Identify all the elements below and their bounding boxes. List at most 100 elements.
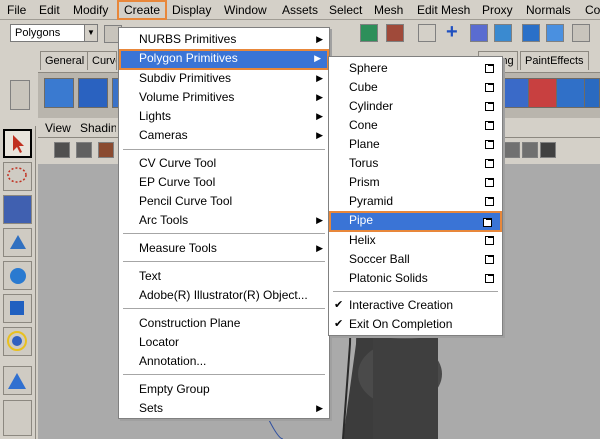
paint-select-icon[interactable]: [3, 195, 32, 224]
poly-bevel-icon[interactable]: [584, 78, 600, 108]
submenu-item-cone[interactable]: Cone: [329, 116, 502, 135]
grid-icon[interactable]: [418, 24, 436, 42]
submenu-item-plane[interactable]: Plane: [329, 135, 502, 154]
menu-file[interactable]: File: [2, 0, 31, 20]
rotate-tool-icon[interactable]: [3, 261, 32, 290]
option-box-icon[interactable]: [485, 83, 494, 92]
menu-separator: [123, 149, 325, 150]
option-box-icon[interactable]: [485, 197, 494, 206]
lasso-tool-icon[interactable]: [3, 162, 32, 191]
menu-assets[interactable]: Assets: [277, 0, 323, 20]
menu-item-volume-primitives[interactable]: Volume Primitives ▶: [119, 88, 329, 107]
menu-item-arc-tools[interactable]: Arc Tools ▶: [119, 211, 329, 230]
shelf-menu-icon[interactable]: [10, 80, 30, 110]
submenu-item-interactive-creation[interactable]: ✔ Interactive Creation: [329, 296, 502, 315]
option-box-icon[interactable]: [485, 236, 494, 245]
plane-icon[interactable]: [522, 24, 540, 42]
option-box-icon[interactable]: [485, 140, 494, 149]
menu-normals[interactable]: Normals: [521, 0, 576, 20]
viewport-menu-view[interactable]: View: [45, 121, 71, 135]
submenu-item-platonic-solids[interactable]: Platonic Solids: [329, 269, 502, 288]
option-box-icon[interactable]: [485, 102, 494, 111]
option-box-icon[interactable]: [485, 274, 494, 283]
poly-edit-icon[interactable]: [528, 78, 558, 108]
menu-item-adobe-illustrator-object[interactable]: Adobe(R) Illustrator(R) Object...: [119, 286, 329, 305]
menu-item-locator[interactable]: Locator: [119, 333, 329, 352]
menu-edit-mesh[interactable]: Edit Mesh: [412, 0, 475, 20]
option-box-icon[interactable]: [485, 121, 494, 130]
bookmark-icon[interactable]: [98, 142, 114, 158]
submenu-item-pipe[interactable]: Pipe: [329, 211, 502, 232]
submenu-item-prism[interactable]: Prism: [329, 173, 502, 192]
joint-icon[interactable]: [470, 24, 488, 42]
menu-create[interactable]: Create: [117, 0, 168, 20]
submenu-item-sphere[interactable]: Sphere: [329, 59, 502, 78]
option-box-icon[interactable]: [485, 178, 494, 187]
plus-icon[interactable]: +: [446, 21, 458, 44]
menu-display[interactable]: Display: [167, 0, 216, 20]
poly-sphere-icon[interactable]: [44, 78, 74, 108]
window-icon[interactable]: [546, 24, 564, 42]
menu-item-lights[interactable]: Lights ▶: [119, 107, 329, 126]
menu-window[interactable]: Window: [219, 0, 272, 20]
submenu-item-pyramid[interactable]: Pyramid: [329, 192, 502, 211]
menu-item-text[interactable]: Text: [119, 267, 329, 286]
menu-item-sets[interactable]: Sets ▶: [119, 399, 329, 418]
menu-item-polygon-primitives[interactable]: Polygon Primitives ▶: [119, 49, 329, 70]
snapshot-icon[interactable]: [386, 24, 404, 42]
menu-bar: File Edit Modify Create Display Window A…: [0, 0, 600, 20]
menu-item-cameras[interactable]: Cameras ▶: [119, 126, 329, 145]
wireframe-icon[interactable]: [522, 142, 538, 158]
menu-item-pencil-curve-tool[interactable]: Pencil Curve Tool: [119, 192, 329, 211]
menu-proxy[interactable]: Proxy: [477, 0, 518, 20]
curve-icon[interactable]: [494, 24, 512, 42]
soft-mod-icon[interactable]: [3, 366, 32, 395]
submenu-item-cylinder[interactable]: Cylinder: [329, 97, 502, 116]
menu-item-nurbs-primitives[interactable]: NURBS Primitives ▶: [119, 30, 329, 49]
move-tool-icon[interactable]: [3, 228, 32, 257]
camera-icon[interactable]: [54, 142, 70, 158]
create-menu: NURBS Primitives ▶ Polygon Primitives ▶ Su…: [118, 27, 330, 419]
option-box-icon[interactable]: [485, 255, 494, 264]
option-box-icon[interactable]: [483, 218, 492, 227]
menu-more[interactable]: Co: [580, 0, 600, 20]
film-icon[interactable]: [76, 142, 92, 158]
poly-tool-icon[interactable]: [500, 78, 530, 108]
menu-item-annotation[interactable]: Annotation...: [119, 352, 329, 371]
select-tool-icon[interactable]: [3, 129, 32, 158]
submenu-item-torus[interactable]: Torus: [329, 154, 502, 173]
chevron-down-icon[interactable]: ▼: [84, 25, 97, 41]
menu-item-measure-tools[interactable]: Measure Tools ▶: [119, 239, 329, 258]
menu-select[interactable]: Select: [324, 0, 367, 20]
show-manipulator-icon[interactable]: [3, 400, 32, 436]
shelf-tab-general[interactable]: General: [40, 51, 90, 70]
menu-item-ep-curve-tool[interactable]: EP Curve Tool: [119, 173, 329, 192]
submenu-item-soccer-ball[interactable]: Soccer Ball: [329, 250, 502, 269]
menu-edit[interactable]: Edit: [34, 0, 65, 20]
manipulator-icon[interactable]: [3, 327, 32, 356]
menu-item-construction-plane[interactable]: Construction Plane: [119, 314, 329, 333]
grid-toggle-icon[interactable]: [504, 142, 520, 158]
scale-tool-icon[interactable]: [3, 294, 32, 323]
menu-separator: [123, 233, 325, 234]
menu-modify[interactable]: Modify: [68, 0, 113, 20]
option-box-icon[interactable]: [485, 64, 494, 73]
submenu-item-exit-on-completion[interactable]: ✔ Exit On Completion: [329, 315, 502, 334]
shelf-tab-curves[interactable]: Curve: [87, 51, 117, 70]
isolate-icon[interactable]: [540, 142, 556, 158]
poly-cube-icon[interactable]: [78, 78, 108, 108]
submenu-item-cube[interactable]: Cube: [329, 78, 502, 97]
checkmark-icon: ✔: [334, 318, 344, 330]
option-box-icon[interactable]: [485, 159, 494, 168]
menu-separator: [123, 374, 325, 375]
menu-mesh[interactable]: Mesh: [369, 0, 408, 20]
menu-item-cv-curve-tool[interactable]: CV Curve Tool: [119, 154, 329, 173]
viewport-menu-shading[interactable]: Shadin: [80, 121, 116, 135]
menu-item-subdiv-primitives[interactable]: Subdiv Primitives ▶: [119, 69, 329, 88]
poly-extrude-icon[interactable]: [556, 78, 586, 108]
menu-item-empty-group[interactable]: Empty Group: [119, 380, 329, 399]
render-icon[interactable]: [360, 24, 378, 42]
submenu-item-helix[interactable]: Helix: [329, 231, 502, 250]
particle-icon[interactable]: [572, 24, 590, 42]
shelf-tab-painteffects[interactable]: PaintEffects: [520, 51, 589, 70]
